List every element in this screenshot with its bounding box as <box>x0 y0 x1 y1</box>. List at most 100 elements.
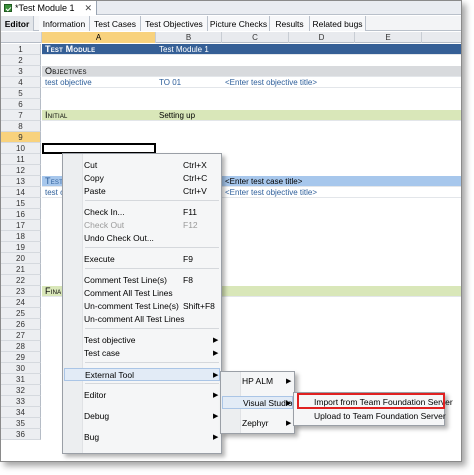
tab-results[interactable]: Results <box>270 16 310 31</box>
menu-item-label: Check In... <box>84 207 125 217</box>
row-header-31[interactable]: 31 <box>1 374 41 385</box>
menu-item-external-tool[interactable]: External Tool ▶ <box>64 368 220 381</box>
row-header-18[interactable]: 18 <box>1 231 41 242</box>
row-header-35[interactable]: 35 <box>1 418 41 429</box>
menu-item-shortcut: F8 <box>183 275 193 285</box>
menu-item-zephyr-label: Zephyr <box>242 418 269 428</box>
menu-item-zephyr[interactable]: Zephyr ▶ <box>221 417 294 430</box>
module-label[interactable]: Test Module <box>45 44 95 55</box>
tab-information[interactable]: Information <box>39 16 90 31</box>
row-header-14[interactable]: 14 <box>1 187 41 198</box>
editor-window: *Test Module 1 ✕ Editor Information Test… <box>0 0 462 462</box>
close-icon[interactable]: ✕ <box>84 3 92 14</box>
menu-item-editor[interactable]: Editor ▶ <box>63 389 221 402</box>
menu-item-un-comment-all-test-lines[interactable]: Un-comment All Test Lines <box>63 313 221 326</box>
menu-item-debug[interactable]: Debug ▶ <box>63 410 221 423</box>
module-name[interactable]: Test Module 1 <box>159 44 209 55</box>
row-header-27[interactable]: 27 <box>1 330 41 341</box>
row-header-26[interactable]: 26 <box>1 319 41 330</box>
row-header-21[interactable]: 21 <box>1 264 41 275</box>
row-header-32[interactable]: 32 <box>1 385 41 396</box>
column-header-e[interactable]: E <box>355 32 422 43</box>
menu-item-execute[interactable]: Execute F9 <box>63 253 221 266</box>
menu-item-check-out[interactable]: Check Out F12 <box>63 219 221 232</box>
row-header-11[interactable]: 11 <box>1 154 41 165</box>
row-header-29[interactable]: 29 <box>1 352 41 363</box>
objective-text[interactable]: test objective <box>45 77 92 88</box>
objective-id[interactable]: TO 01 <box>159 77 181 88</box>
column-header-a[interactable]: A <box>42 32 156 43</box>
row-header-23[interactable]: 23 <box>1 286 41 297</box>
menu-separator <box>85 362 219 363</box>
menu-item-comment-test-line-s[interactable]: Comment Test Line(s) F8 <box>63 274 221 287</box>
menu-item-test-case[interactable]: Test case ▶ <box>63 347 221 360</box>
column-header-d[interactable]: D <box>289 32 355 43</box>
row-header-25[interactable]: 25 <box>1 308 41 319</box>
row-header-4[interactable]: 4 <box>1 77 41 88</box>
menu-item-label: Test objective <box>84 335 136 345</box>
menu-item-test-objective[interactable]: Test objective ▶ <box>63 334 221 347</box>
menu-separator <box>85 383 219 384</box>
submenu-arrow-icon: ▶ <box>286 400 292 407</box>
row-header-7[interactable]: 7 <box>1 110 41 121</box>
tab-test-cases[interactable]: Test Cases <box>90 16 141 31</box>
column-header-c[interactable]: C <box>222 32 289 43</box>
column-header-b[interactable]: B <box>156 32 222 43</box>
row-header-8[interactable]: 8 <box>1 121 41 132</box>
menu-item-comment-all-test-lines[interactable]: Comment All Test Lines <box>63 287 221 300</box>
row-header-5[interactable]: 5 <box>1 88 41 99</box>
row-header-13[interactable]: 13 <box>1 176 41 187</box>
row-header-33[interactable]: 33 <box>1 396 41 407</box>
row-header-3[interactable]: 3 <box>1 66 41 77</box>
row-header-30[interactable]: 30 <box>1 363 41 374</box>
menu-item-shortcut: F11 <box>183 207 198 217</box>
row-header-10[interactable]: 10 <box>1 143 41 154</box>
row-header-12[interactable]: 12 <box>1 165 41 176</box>
row-header-17[interactable]: 17 <box>1 220 41 231</box>
row-header-2[interactable]: 2 <box>1 55 41 66</box>
final-heading[interactable]: Fina <box>45 286 61 297</box>
initial-heading[interactable]: Initial <box>45 110 68 121</box>
tab-related-bugs[interactable]: Related bugs <box>310 16 366 31</box>
initial-description[interactable]: Setting up <box>159 110 195 121</box>
row-header-24[interactable]: 24 <box>1 297 41 308</box>
test-case-objective-placeholder[interactable]: <Enter test objective title> <box>225 187 317 198</box>
menu-item-label: Undo Check Out... <box>84 233 154 243</box>
document-tab-title: *Test Module 1 <box>15 3 75 13</box>
menu-item-un-comment-test-line-s[interactable]: Un-comment Test Line(s) Shift+F8 <box>63 300 221 313</box>
menu-item-undo-check-out[interactable]: Undo Check Out... <box>63 232 221 245</box>
row-header-6[interactable]: 6 <box>1 99 41 110</box>
row-header-1[interactable]: 1 <box>1 44 41 55</box>
tab-test-objectives[interactable]: Test Objectives <box>141 16 208 31</box>
menu-item-shortcut: Ctrl+V <box>183 186 207 196</box>
tab-picture-checks[interactable]: Picture Checks <box>208 16 270 31</box>
row-header-16[interactable]: 16 <box>1 209 41 220</box>
row-header-15[interactable]: 15 <box>1 198 41 209</box>
menu-item-upload-tfs[interactable]: Upload to Team Foundation Server <box>294 410 446 423</box>
menu-item-check-in[interactable]: Check In... F11 <box>63 206 221 219</box>
menu-item-cut[interactable]: Cut Ctrl+X <box>63 159 221 172</box>
row-header-20[interactable]: 20 <box>1 253 41 264</box>
menu-item-visual-studio[interactable]: Visual Studio ▶ <box>222 396 293 409</box>
objectives-heading[interactable]: Objectives <box>45 66 87 77</box>
row-header-36[interactable]: 36 <box>1 429 41 440</box>
row-header-22[interactable]: 22 <box>1 275 41 286</box>
menu-separator <box>85 200 219 201</box>
submenu-arrow-icon: ▶ <box>213 350 219 357</box>
menu-item-paste[interactable]: Paste Ctrl+V <box>63 185 221 198</box>
menu-item-hp-alm[interactable]: HP ALM ▶ <box>221 375 294 388</box>
import-highlight-box <box>297 393 445 409</box>
row-header-9[interactable]: 9 <box>1 132 41 143</box>
tab-editor[interactable]: Editor <box>1 16 34 31</box>
menu-item-bug[interactable]: Bug ▶ <box>63 431 221 444</box>
menu-item-label: Check Out <box>84 220 125 230</box>
test-case-title-placeholder[interactable]: <Enter test case title> <box>225 176 302 187</box>
corner-cell[interactable] <box>1 32 42 43</box>
test-case-heading[interactable]: Test <box>45 176 63 187</box>
row-header-28[interactable]: 28 <box>1 341 41 352</box>
document-tab[interactable]: *Test Module 1 ✕ <box>1 1 97 15</box>
menu-item-copy[interactable]: Copy Ctrl+C <box>63 172 221 185</box>
row-header-19[interactable]: 19 <box>1 242 41 253</box>
objective-title-placeholder[interactable]: <Enter test objective title> <box>225 77 317 88</box>
row-header-34[interactable]: 34 <box>1 407 41 418</box>
